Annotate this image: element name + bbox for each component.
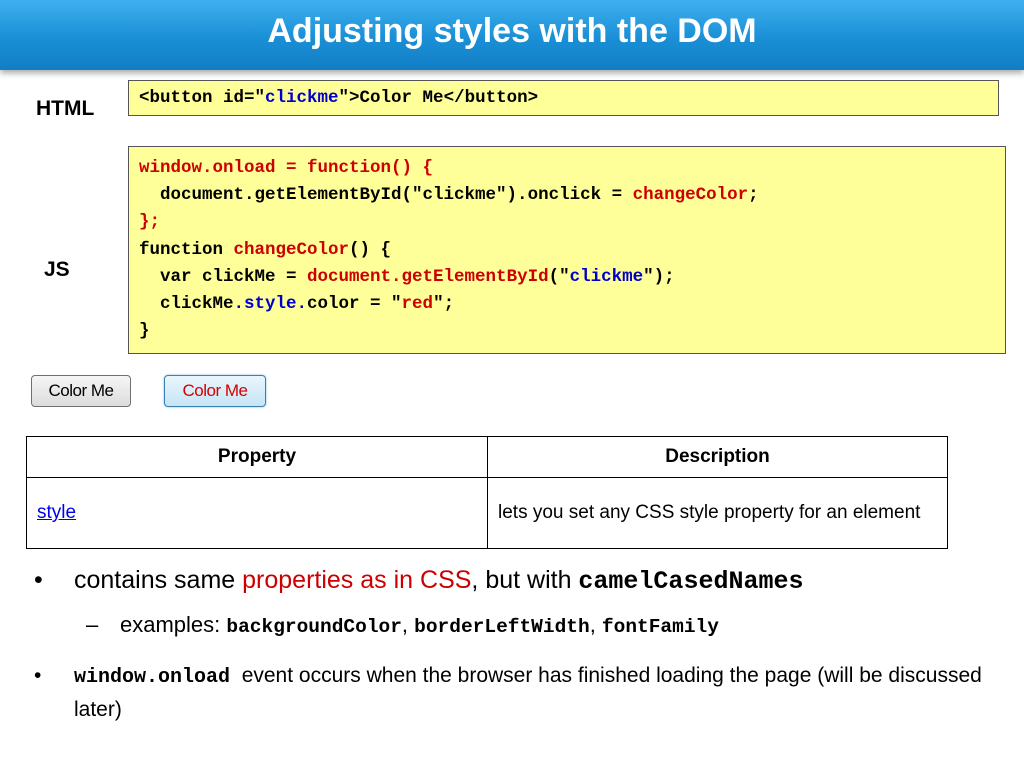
- table-cell-description: lets you set any CSS style property for …: [487, 477, 948, 549]
- bullet-code: fontFamily: [601, 616, 719, 638]
- js-code-box: window.onload = function() { document.ge…: [128, 146, 1006, 354]
- js-code-line-2: document.getElementById("clickme").oncli…: [139, 182, 995, 209]
- code-token: ;: [748, 185, 759, 206]
- html-label: HTML: [36, 97, 95, 120]
- title-bar: Adjusting styles with the DOM: [0, 0, 1024, 70]
- code-token-method: document.getElementById: [307, 266, 549, 287]
- bullet-code: backgroundColor: [226, 616, 402, 638]
- code-token-value: red: [401, 294, 434, 315]
- bullet-text-part: ,: [589, 612, 602, 637]
- bullet-text: window.onload event occurs when the brow…: [74, 660, 994, 726]
- code-token: <button id=": [139, 88, 266, 108]
- js-code-line-5: var clickMe = document.getElementById("c…: [139, 264, 995, 291]
- bullet-text-part: contains same: [74, 566, 243, 594]
- color-me-button-after[interactable]: Color Me: [164, 375, 266, 407]
- code-token: clickMe: [139, 294, 234, 315]
- bullet-marker: •: [34, 566, 43, 594]
- code-token-style: .style.: [233, 294, 308, 315]
- code-token-function: changeColor: [233, 239, 350, 260]
- code-token: ">Color Me</button>: [338, 88, 539, 108]
- code-token: function: [139, 239, 234, 260]
- sub-bullet-text: examples: backgroundColor, borderLeftWid…: [120, 612, 719, 638]
- bullet-text-part: ,: [401, 612, 415, 637]
- table-header-description: Description: [487, 436, 948, 478]
- bullet-text-part: examples:: [120, 612, 227, 637]
- js-code-line-7: }: [139, 321, 150, 342]
- property-table: Property Description style lets you set …: [26, 436, 948, 549]
- style-link[interactable]: style: [37, 502, 76, 523]
- table-row: style lets you set any CSS style propert…: [26, 477, 948, 549]
- bullet-text: contains same properties as in CSS, but …: [74, 566, 803, 596]
- code-token-function: changeColor: [632, 185, 749, 206]
- js-label: JS: [44, 258, 70, 281]
- code-token: ");: [643, 266, 675, 287]
- color-me-button-before[interactable]: Color Me: [31, 375, 131, 407]
- bullet-code: camelCasedNames: [578, 567, 804, 596]
- js-code-line-3: };: [139, 212, 161, 233]
- bullet-text-highlight: properties as in CSS: [242, 566, 472, 594]
- js-code-line-1: window.onload = function() {: [139, 158, 434, 178]
- code-token: color = ": [307, 294, 402, 315]
- sub-bullet-marker: –: [86, 612, 99, 637]
- code-token: document.getElementById("clickme").oncli…: [139, 185, 633, 206]
- bullet-code: borderLeftWidth: [414, 616, 590, 638]
- table-header-property: Property: [26, 436, 488, 478]
- bullet-code: window.onload: [74, 666, 231, 689]
- bullet-text-part: , but with: [471, 566, 579, 594]
- html-code-box: <button id="clickme">Color Me</button>: [128, 80, 999, 116]
- code-token: (": [548, 266, 570, 287]
- slide-title: Adjusting styles with the DOM: [267, 12, 757, 50]
- code-token: var clickMe =: [139, 266, 308, 287]
- code-token: ";: [433, 294, 455, 315]
- table-header-row: Property Description: [26, 436, 948, 478]
- table-cell-property: style: [26, 477, 488, 549]
- js-code-line-6: clickMe.style.color = "red";: [139, 291, 995, 318]
- html-code-line: <button id="clickme">Color Me</button>: [139, 88, 988, 108]
- code-token: () {: [349, 239, 392, 260]
- code-token-id: clickme: [265, 88, 339, 108]
- code-token-id: clickme: [569, 266, 644, 287]
- bullet-marker: •: [34, 664, 42, 687]
- js-code-line-4: function changeColor() {: [139, 237, 995, 264]
